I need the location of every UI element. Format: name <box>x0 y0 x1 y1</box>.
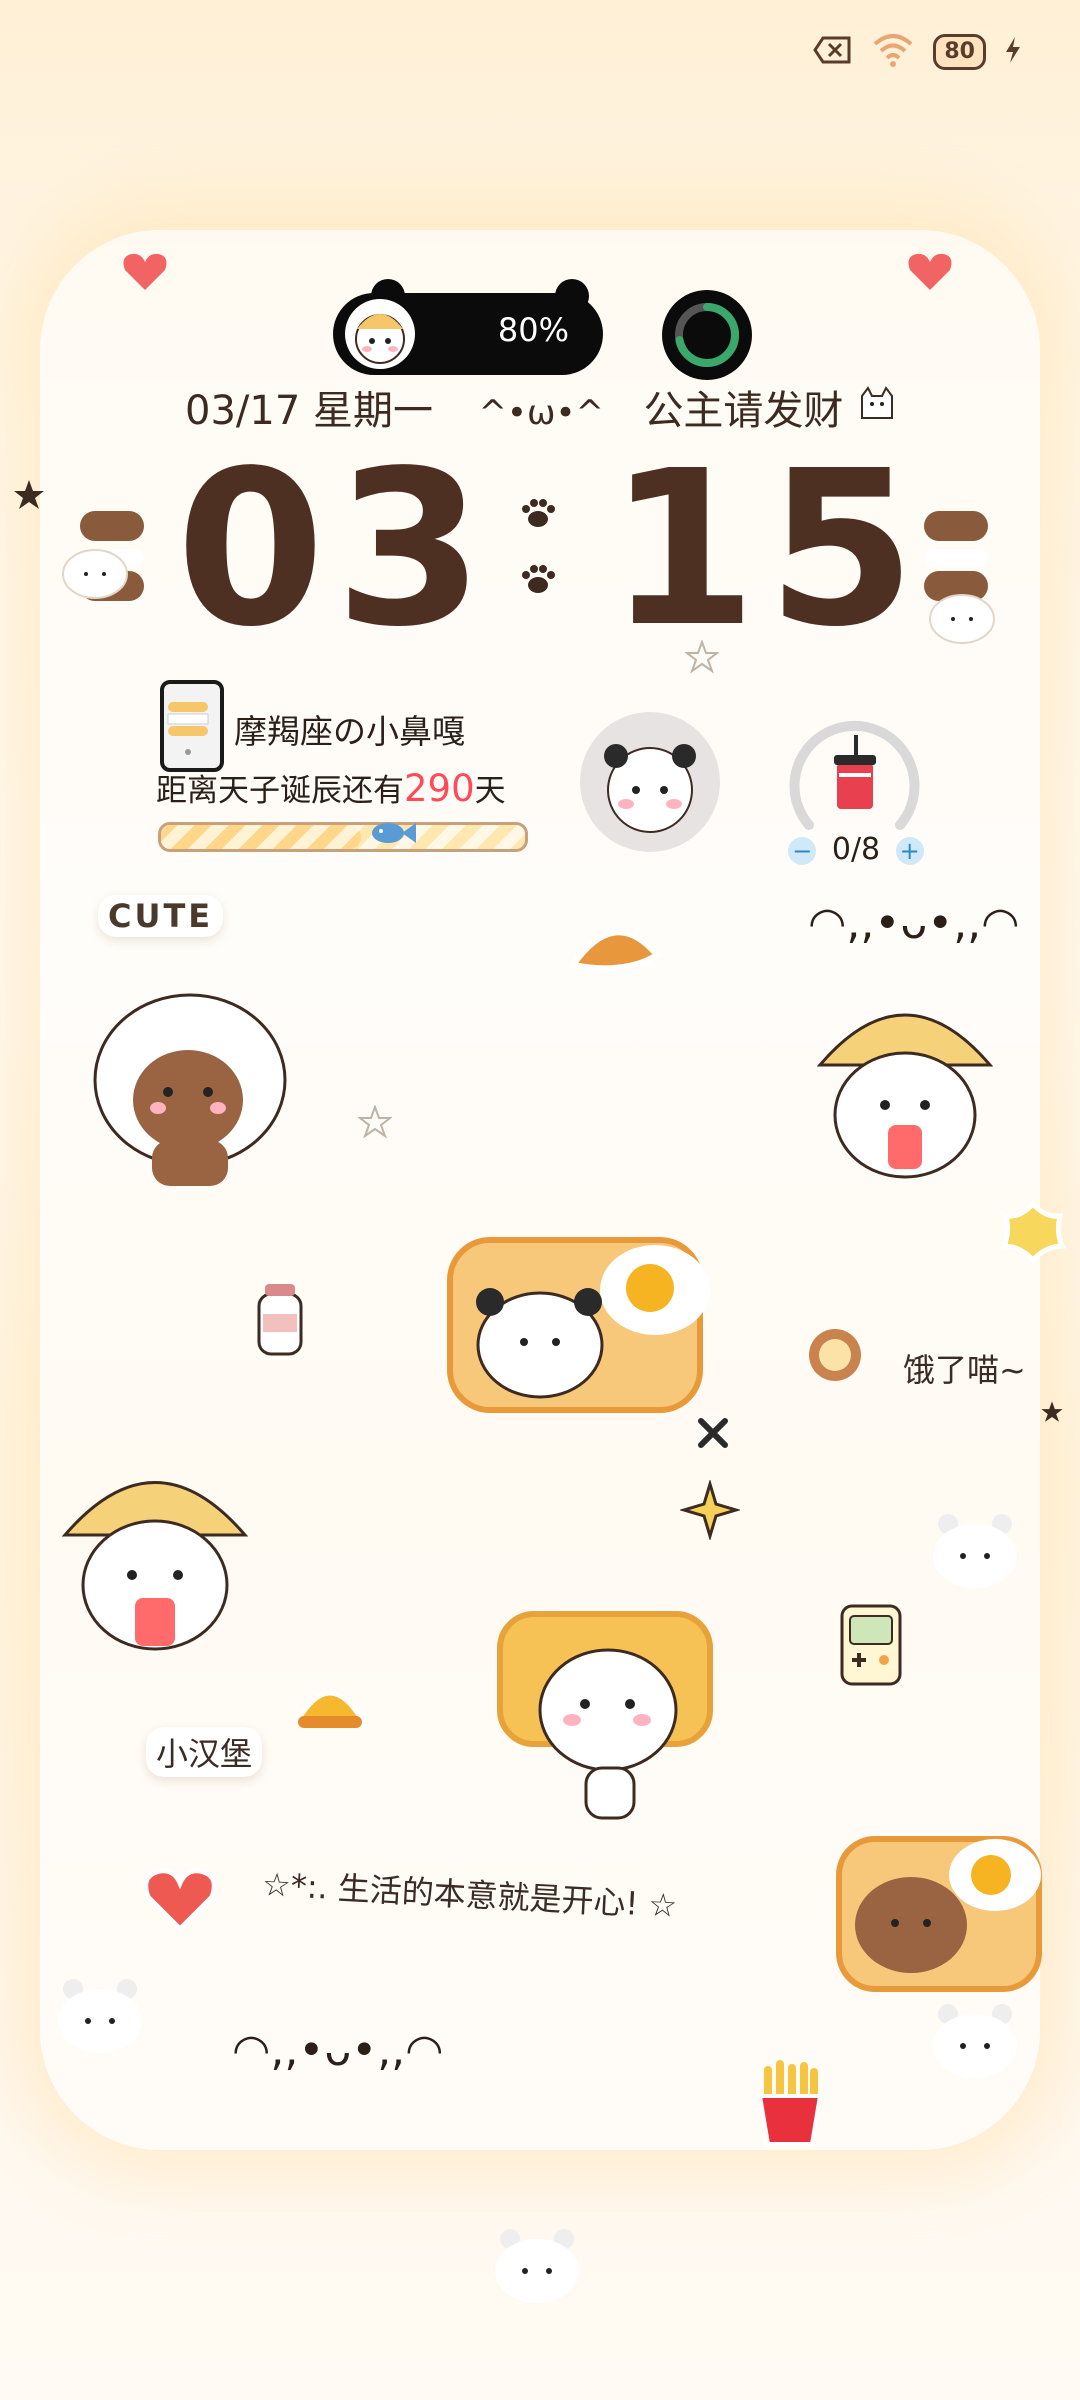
countdown-name: 摩羯座の小鼻嘎 <box>234 712 465 751</box>
paw-separator-bottom-icon <box>519 563 557 599</box>
star-icon <box>684 639 720 678</box>
small-panda-icon <box>927 585 997 649</box>
battery-indicator: 80 <box>933 34 986 70</box>
charging-bolt-icon <box>1004 36 1022 68</box>
capsule-battery-percent: 80% <box>497 311 569 349</box>
small-panda-icon <box>930 1510 1020 1594</box>
game-console-sticker-icon <box>836 1600 906 1694</box>
burger-sticker: 小汉堡 <box>146 1727 263 1777</box>
cross-icon <box>695 1415 731 1455</box>
heart-icon <box>905 250 955 298</box>
water-intake-ring <box>787 715 922 850</box>
star-icon <box>1040 1400 1064 1428</box>
water-minus-button[interactable]: − <box>788 836 817 865</box>
panda-shy-avatar[interactable] <box>580 712 720 852</box>
panda-in-bread-sticker-icon <box>490 1600 720 1844</box>
paw-separator-top-icon <box>519 497 557 533</box>
yellow-star-sticker-icon <box>678 1478 742 1544</box>
water-count: 0/8 <box>831 832 881 867</box>
countdown-text: 距离天子诞辰还有290天 <box>156 765 506 810</box>
bun-sticker-icon <box>290 1670 370 1744</box>
water-counter: − 0/8 + <box>786 832 926 867</box>
status-bar: 80 <box>813 30 1022 74</box>
clock-hour-display: 03 <box>176 425 494 674</box>
drink-cup-icon <box>834 735 876 809</box>
heart-icon <box>120 250 170 298</box>
small-panda-icon <box>492 2225 582 2309</box>
dynamic-capsule[interactable]: 80% <box>333 279 603 375</box>
fries-sticker-icon <box>750 2060 830 2154</box>
milk-bottle-sticker-icon <box>245 1280 315 1364</box>
star-icon <box>12 478 46 516</box>
kaomoji-face: ^•ω•^ <box>478 393 604 433</box>
heart-sticker-bottom-icon <box>140 1865 220 1939</box>
countdown-prefix: 距离天子诞辰还有 <box>156 773 404 809</box>
egg-tart-sticker-icon <box>805 1325 865 1389</box>
capsule-ear-right <box>555 279 589 313</box>
wifi-icon <box>871 32 915 72</box>
countdown-progress-fill <box>161 825 362 849</box>
small-panda-icon <box>930 2000 1020 2084</box>
star-icon <box>357 1104 393 1143</box>
kaomoji-bottom-left: ◠,,•ᴗ•,,◠ <box>232 2025 444 2076</box>
panda-bucket-hat-sticker-icon <box>800 975 1010 1199</box>
hungry-sticker: 饿了喵~ <box>903 1351 1026 1389</box>
butter-star-sticker-icon <box>998 1198 1068 1272</box>
phone-photo-icon[interactable] <box>160 680 224 772</box>
no-sim-icon <box>813 35 853 69</box>
countdown-progress-bar <box>158 822 528 852</box>
countdown-suffix: 天 <box>474 773 506 809</box>
countdown-days: 290 <box>404 767 475 810</box>
bear-toast-egg-sticker-icon <box>825 1815 1055 2019</box>
panda-toast-egg-sticker-icon <box>430 1210 720 1444</box>
small-panda-icon <box>55 1975 145 2059</box>
small-panda-icon <box>60 540 130 604</box>
panda-hat-drink-sticker-icon <box>50 1440 260 1674</box>
battery-ring <box>662 290 752 380</box>
croissant-sticker-icon <box>565 915 665 989</box>
cute-sticker: CUTE <box>98 895 224 937</box>
panda-avatar-icon <box>345 299 415 369</box>
clock-minute-display: 15 <box>608 425 926 674</box>
kaomoji-top-right: ◠,,•ᴗ•,,◠ <box>808 898 1020 949</box>
water-plus-button[interactable]: + <box>895 836 924 865</box>
fish-progress-marker-icon <box>368 818 418 852</box>
bear-in-bun-sticker-icon <box>80 980 300 1204</box>
